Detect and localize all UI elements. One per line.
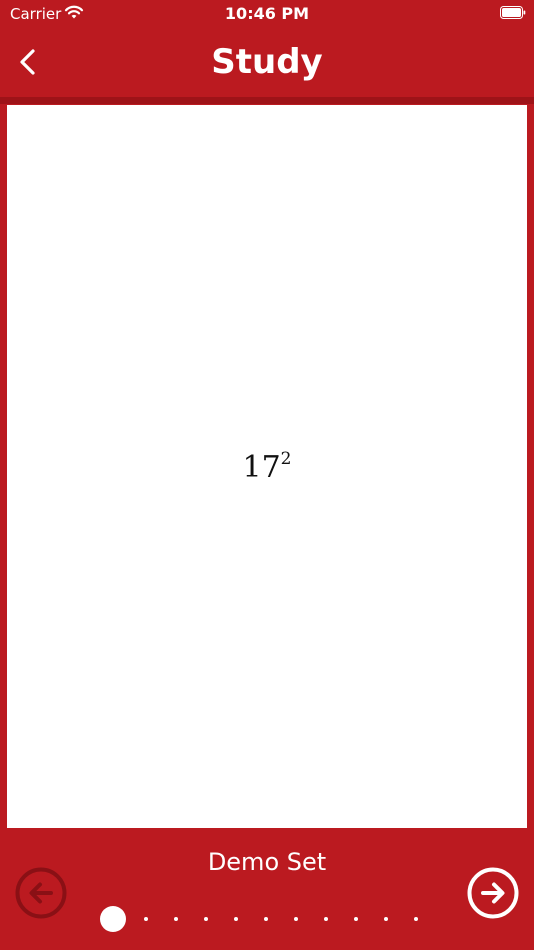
page-dot[interactable] — [384, 917, 388, 921]
flashcard[interactable]: 172 — [7, 105, 527, 828]
nav-divider — [0, 97, 534, 104]
page-indicator[interactable] — [100, 906, 430, 932]
page-dot-current[interactable] — [100, 906, 126, 932]
page-dot[interactable] — [324, 917, 328, 921]
page-dot[interactable] — [264, 917, 268, 921]
page-dot[interactable] — [414, 917, 418, 921]
status-bar: Carrier 10:46 PM — [0, 0, 534, 30]
expression-exponent: 2 — [280, 449, 292, 469]
page-dot[interactable] — [354, 917, 358, 921]
arrow-right-circle-icon — [467, 867, 519, 919]
card-expression: 172 — [7, 449, 527, 485]
nav-bar: Study — [0, 30, 534, 98]
page-dot[interactable] — [204, 917, 208, 921]
page-dot[interactable] — [144, 917, 148, 921]
page-dot[interactable] — [234, 917, 238, 921]
previous-card-button[interactable] — [15, 867, 67, 919]
set-name-label: Demo Set — [207, 848, 327, 876]
next-card-button[interactable] — [467, 867, 519, 919]
battery-icon — [500, 6, 526, 19]
status-time: 10:46 PM — [224, 4, 310, 23]
expression-base: 17 — [242, 450, 281, 485]
page-dot[interactable] — [174, 917, 178, 921]
page-dot[interactable] — [294, 917, 298, 921]
page-title: Study — [211, 42, 323, 82]
arrow-left-circle-icon — [15, 867, 67, 919]
